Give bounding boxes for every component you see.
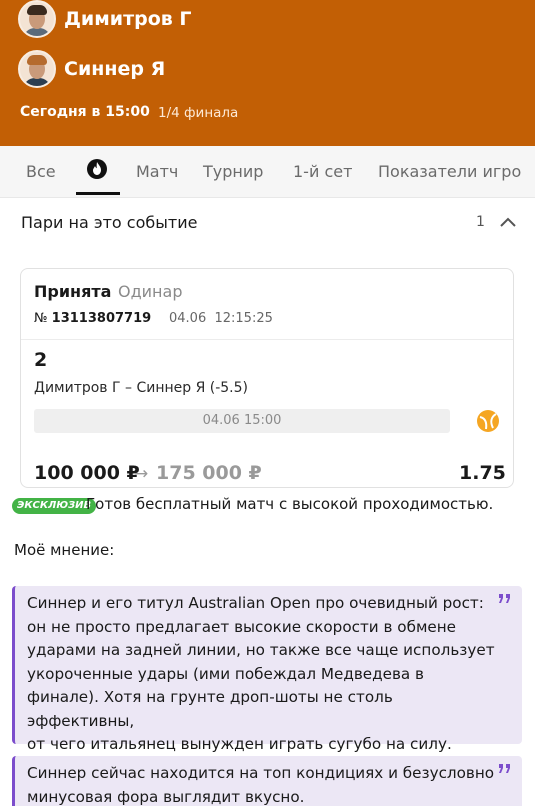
divider (21, 339, 513, 340)
tab-bar: Все Матч Турнир 1-й сет Показатели игро (0, 146, 535, 198)
match-stage: 1/4 финала (158, 105, 239, 121)
player2-name: Синнер Я (64, 58, 166, 80)
tab-first-set[interactable]: 1-й сет (293, 162, 352, 181)
match-time: Сегодня в 15:00 (20, 104, 150, 120)
tennis-ball-icon (477, 410, 499, 432)
active-tab-indicator (76, 192, 120, 195)
quote-block: Синнер и его титул Australian Open про о… (12, 586, 522, 753)
event-time: 04.06 15:00 (202, 413, 282, 428)
tab-tournament[interactable]: Турнир (203, 162, 263, 181)
player2-avatar (18, 50, 56, 88)
player1-name: Димитров Г (64, 8, 192, 30)
bets-section-title: Пари на это событие (21, 213, 198, 232)
bet-stake: 100 000 ₽ (34, 462, 140, 484)
bets-count: 1 (476, 214, 485, 230)
player1-avatar (18, 0, 56, 38)
quote-text: Синнер и его титул Australian Open про о… (27, 594, 495, 753)
tab-match[interactable]: Матч (136, 162, 178, 181)
opinion-label: Моё мнение: (14, 541, 115, 559)
exclusive-badge: ЭКСКЛЮЗИВ (12, 498, 97, 514)
match-header: Димитров Г Синнер Я Сегодня в 15:00 1/4 … (0, 0, 535, 146)
bet-card[interactable]: Принята Одинар № 13113807719 04.06 12:15… (20, 268, 514, 488)
bet-status: Принята (34, 282, 112, 301)
tab-player-stats[interactable]: Показатели игро (378, 162, 521, 181)
bet-date: 04.06 12:15:25 (169, 311, 273, 326)
chevron-up-icon[interactable] (499, 214, 517, 230)
bet-event: Димитров Г – Синнер Я (-5.5) (34, 380, 248, 396)
quote-block: Синнер сейчас находится на топ кондициях… (12, 756, 522, 806)
bet-payout: 175 000 ₽ (156, 462, 262, 484)
player-row-1[interactable]: Димитров Г (18, 0, 192, 38)
quote-icon (499, 764, 510, 773)
tab-all[interactable]: Все (26, 162, 56, 181)
bet-number: № 13113807719 (34, 311, 152, 326)
arrow-right-icon: → (134, 464, 149, 484)
bet-outcome: 2 (34, 349, 48, 371)
event-time-bar: 04.06 15:00 (34, 409, 450, 433)
message-intro: Готов бесплатный матч с высокой проходим… (86, 495, 494, 513)
bet-odds: 1.75 (459, 462, 506, 484)
fire-icon[interactable] (86, 158, 108, 180)
player-row-2[interactable]: Синнер Я (18, 50, 165, 88)
quote-text: Синнер сейчас находится на топ кондициях… (27, 764, 495, 806)
quote-icon (499, 594, 510, 603)
bet-type: Одинар (118, 282, 183, 301)
